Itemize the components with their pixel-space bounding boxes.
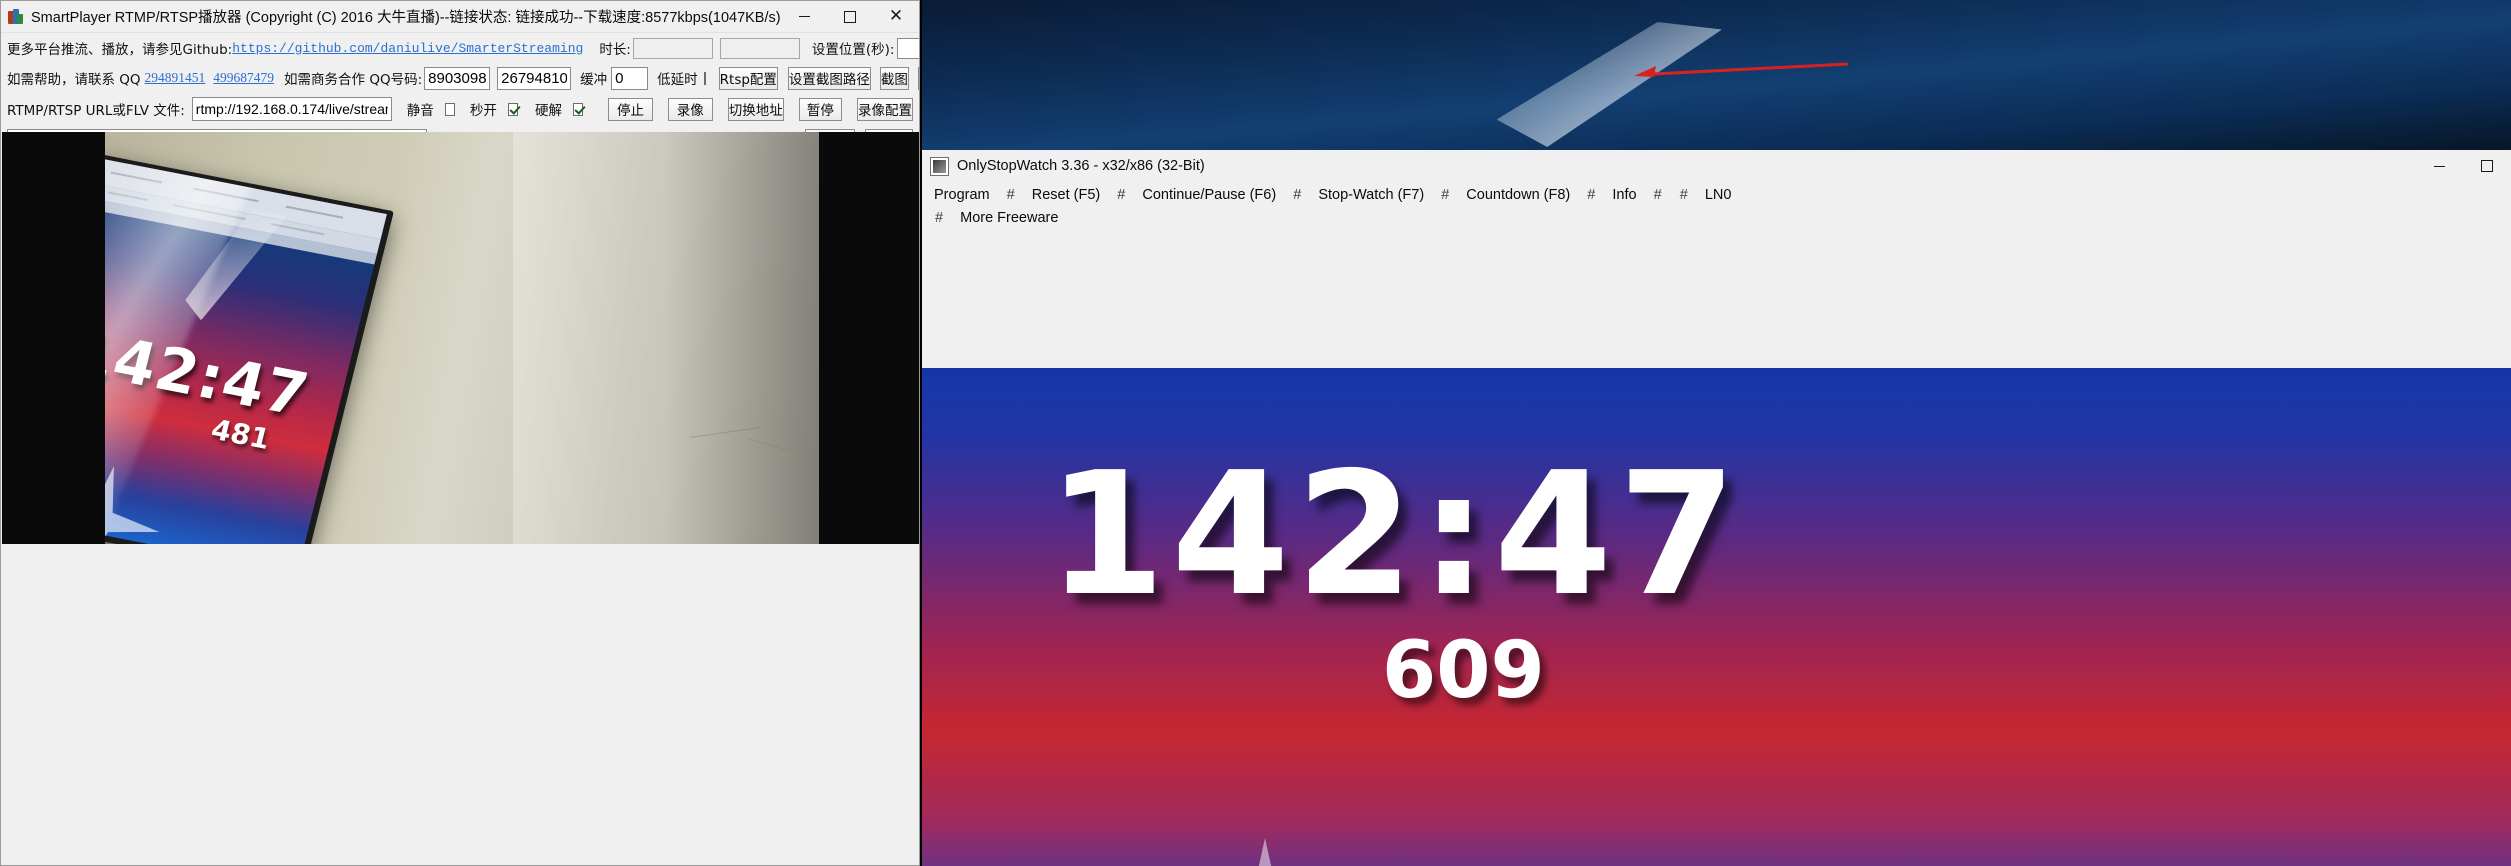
qq-link-1[interactable]: 294891451 bbox=[145, 70, 206, 86]
smartplayer-title-bar: SmartPlayer RTMP/RTSP播放器 (Copyright (C) … bbox=[1, 1, 919, 33]
onlystopwatch-window-controls bbox=[2415, 150, 2511, 182]
menu-item-reset[interactable]: Reset (F5) bbox=[1026, 184, 1107, 207]
business-qq-field-1[interactable] bbox=[424, 66, 491, 90]
fast-open-label: 秒开 bbox=[469, 103, 497, 119]
menu-separator-7: # bbox=[1679, 187, 1688, 203]
screen-root: SmartPlayer RTMP/RTSP播放器 (Copyright (C) … bbox=[0, 0, 2511, 866]
menu-item-countdown[interactable]: Countdown (F8) bbox=[1460, 184, 1576, 207]
menu-separator-1: # bbox=[1006, 187, 1015, 203]
duration-field[interactable] bbox=[632, 37, 713, 59]
onlystopwatch-region: OnlyStopWatch 3.36 - x32/x86 (32-Bit) Pr… bbox=[922, 0, 2511, 866]
smartplayer-window: SmartPlayer RTMP/RTSP播放器 (Copyright (C) … bbox=[0, 0, 920, 866]
rtsp-config-button[interactable]: Rtsp配置 bbox=[718, 66, 778, 90]
minimize-icon[interactable] bbox=[781, 1, 827, 32]
close-icon[interactable]: ✕ bbox=[873, 1, 919, 32]
menu-item-stop-watch[interactable]: Stop-Watch (F7) bbox=[1312, 184, 1430, 207]
stopwatch-milliseconds-display: 609 bbox=[1382, 626, 1545, 716]
duration-label: 时长: bbox=[599, 42, 631, 58]
background-light-beam bbox=[1496, 22, 1722, 147]
hardware-decode-label: 硬解 bbox=[534, 103, 562, 119]
position-field[interactable] bbox=[719, 37, 800, 59]
fast-open-checkbox[interactable] bbox=[507, 102, 518, 116]
qq-link-2[interactable]: 499687479 bbox=[213, 70, 274, 86]
snapshot-button[interactable]: 截图 bbox=[879, 66, 909, 90]
video-preview-surface[interactable]: 142:47 481 bbox=[2, 132, 919, 544]
buffer-input[interactable] bbox=[611, 66, 649, 90]
menu-separator-5: # bbox=[1587, 187, 1596, 203]
stopwatch-time-display: 142:47 bbox=[1047, 436, 1743, 634]
smartplayer-title-text: SmartPlayer RTMP/RTSP播放器 (Copyright (C) … bbox=[31, 10, 781, 26]
menu-separator-2: # bbox=[1117, 187, 1126, 203]
snapshot-path-button[interactable]: 设置截图路径 bbox=[787, 66, 871, 90]
url-input[interactable] bbox=[191, 97, 392, 121]
business-qq-field-2[interactable] bbox=[497, 66, 572, 90]
scene-shadow bbox=[665, 132, 819, 544]
onlystopwatch-display-area: 142:47 609 bbox=[922, 368, 2511, 866]
seek-input[interactable] bbox=[897, 37, 919, 59]
help-label: 如需帮助，请联系 QQ bbox=[7, 72, 141, 88]
menu-item-continue-pause[interactable]: Continue/Pause (F6) bbox=[1136, 184, 1282, 207]
stop-button[interactable]: 停止 bbox=[608, 97, 653, 121]
display-star-graphic bbox=[1258, 838, 1272, 866]
video-scene: 142:47 481 bbox=[105, 132, 819, 544]
row-github: 更多平台推流、播放，请参见Github: https://github.com/… bbox=[1, 36, 919, 60]
github-label: 更多平台推流、播放，请参见Github: bbox=[7, 42, 233, 58]
menu-separator-8: # bbox=[935, 210, 944, 226]
background-video-strip bbox=[922, 0, 2511, 150]
switch-url-button[interactable]: 切换地址 bbox=[727, 97, 784, 121]
onlystopwatch-window: OnlyStopWatch 3.36 - x32/x86 (32-Bit) Pr… bbox=[922, 150, 2511, 866]
record-button[interactable]: 录像 bbox=[667, 97, 713, 121]
mute-checkbox[interactable] bbox=[444, 102, 455, 116]
record-config-button[interactable]: 录像配置 bbox=[857, 97, 914, 121]
github-link[interactable]: https://github.com/daniulive/SmarterStre… bbox=[232, 41, 583, 56]
maximize-icon[interactable] bbox=[2463, 150, 2511, 182]
onlystopwatch-title-text: OnlyStopWatch 3.36 - x32/x86 (32-Bit) bbox=[957, 158, 1205, 174]
pause-button[interactable]: 暂停 bbox=[798, 97, 843, 121]
menu-separator-6: # bbox=[1653, 187, 1662, 203]
business-label: 如需商务合作 QQ号码: bbox=[284, 72, 423, 88]
onlystopwatch-menu-bar: Program # Reset (F5) # Continue/Pause (F… bbox=[922, 182, 2511, 230]
menu-separator-3: # bbox=[1293, 187, 1302, 203]
menu-item-more-freeware[interactable]: More Freeware bbox=[954, 207, 1064, 230]
minimize-icon[interactable] bbox=[2415, 150, 2463, 182]
buffer-label: 缓冲 bbox=[580, 72, 608, 88]
hardware-decode-checkbox[interactable] bbox=[572, 102, 584, 116]
low-latency-label: 低延时 bbox=[657, 72, 698, 88]
row-contact: 如需帮助，请联系 QQ 294891451 499687479 如需商务合作 Q… bbox=[1, 65, 919, 91]
smartplayer-app-icon bbox=[8, 8, 24, 25]
menu-item-info[interactable]: Info bbox=[1606, 184, 1642, 207]
seek-label: 设置位置(秒): bbox=[811, 42, 895, 58]
menu-item-ln0[interactable]: LN0 bbox=[1699, 184, 1738, 207]
url-label: RTMP/RTSP URL或FLV 文件: bbox=[7, 103, 185, 119]
red-arrow-annotation bbox=[1634, 62, 1848, 77]
mute-label: 静音 bbox=[406, 103, 434, 119]
maximize-icon[interactable] bbox=[827, 1, 873, 32]
menu-item-program[interactable]: Program bbox=[928, 184, 996, 207]
onlystopwatch-app-icon bbox=[930, 156, 949, 176]
row-url: RTMP/RTSP URL或FLV 文件: 静音 秒开 硬解 停止 录像 切换地… bbox=[1, 96, 919, 122]
smartplayer-window-controls: ✕ bbox=[781, 1, 919, 32]
menu-separator-4: # bbox=[1441, 187, 1450, 203]
low-latency-checkbox[interactable] bbox=[703, 71, 706, 85]
onlystopwatch-title-bar: OnlyStopWatch 3.36 - x32/x86 (32-Bit) bbox=[922, 150, 2511, 182]
